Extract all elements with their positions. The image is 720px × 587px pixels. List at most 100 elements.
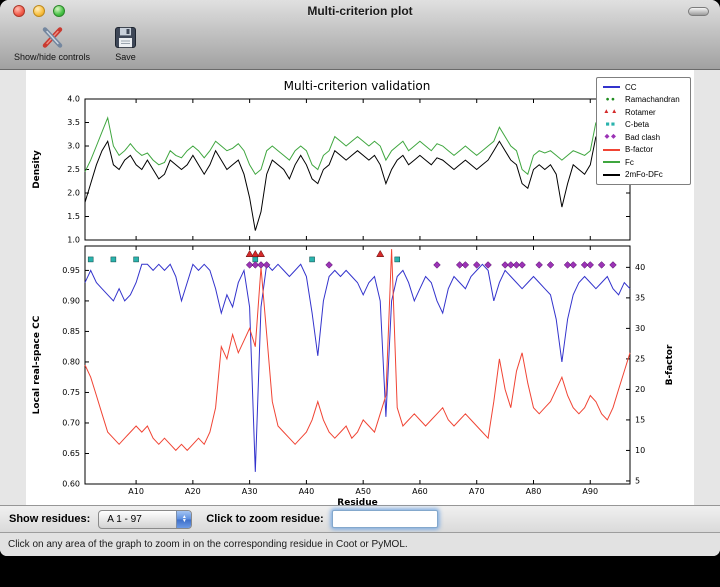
tick-label: 2.5	[67, 165, 80, 174]
bad-clash-marker	[598, 262, 605, 269]
legend-label: Bad clash	[625, 133, 660, 142]
legend-entry-b-factor: B-factor	[602, 144, 685, 157]
c-beta-marker	[88, 257, 93, 262]
zoom-window-button[interactable]	[53, 5, 65, 17]
status-bar: Click on any area of the graph to zoom i…	[0, 532, 720, 556]
b-factor-line	[85, 249, 630, 450]
legend-entry-ramachandran: ●● Ramachandran	[602, 94, 685, 107]
tick-label: 5	[635, 476, 640, 485]
2mfo-dfc-line	[85, 137, 630, 231]
tick-label: 0.65	[62, 449, 80, 458]
bad-clash-marker	[547, 262, 554, 269]
figure-title: Multi-criterion validation	[284, 79, 431, 93]
title-bar[interactable]: Multi-criterion plot	[0, 0, 720, 22]
tick-label: 25	[635, 354, 645, 363]
residue-axis-label: Residue	[337, 498, 377, 505]
zoom-residue-input[interactable]	[332, 510, 438, 528]
tick-label: A80	[526, 487, 542, 496]
tick-label: 3.0	[67, 142, 80, 151]
bad-clash-marker	[434, 262, 441, 269]
figure-area: Multi-criterion validation1.01.52.02.53.…	[26, 70, 694, 505]
residue-range-select[interactable]: A 1 - 97 ▲ ▼	[98, 510, 192, 529]
legend-entry-c-beta: ■■ C-beta	[602, 119, 685, 132]
c-beta-marker	[134, 257, 139, 262]
plot-canvas[interactable]: Multi-criterion validation1.01.52.02.53.…	[26, 70, 694, 505]
c-beta-marker	[111, 257, 116, 262]
tick-label: A40	[299, 487, 315, 496]
tick-label: 0.80	[62, 357, 80, 366]
tick-label: 4.0	[67, 95, 80, 104]
legend-label: 2mFo-DFc	[625, 170, 663, 179]
legend-label: C-beta	[625, 120, 649, 129]
controls-bar: Show residues: A 1 - 97 ▲ ▼ Click to zoo…	[0, 505, 720, 532]
tick-label: A50	[355, 487, 371, 496]
window-title: Multi-criterion plot	[0, 0, 720, 22]
diamond-swatch-icon: ◆◆	[602, 134, 620, 141]
tick-label: 0.70	[62, 418, 80, 427]
tick-label: 35	[635, 293, 645, 302]
status-text: Click on any area of the graph to zoom i…	[8, 539, 408, 550]
bad-clash-marker	[570, 262, 577, 269]
line-swatch-icon	[602, 161, 620, 163]
legend-label: Ramachandran	[625, 95, 680, 104]
legend-label: Rotamer	[625, 108, 656, 117]
cc-axis-label: Local real-space CC	[32, 315, 42, 414]
app-window: Multi-criterion plot Show/hide controls	[0, 0, 720, 556]
save-label: Save	[115, 52, 136, 62]
legend-entry-bad-clash: ◆◆ Bad clash	[602, 131, 685, 144]
bad-clash-marker	[519, 262, 526, 269]
tick-label: 10	[635, 446, 645, 455]
save-button[interactable]: Save	[112, 24, 139, 62]
residue-range-value: A 1 - 97	[107, 514, 176, 525]
tick-label: 30	[635, 324, 645, 333]
density-axis-label: Density	[32, 150, 42, 189]
tick-label: 1.0	[67, 236, 80, 245]
tick-label: A70	[469, 487, 485, 496]
legend-entry-2mfo-dfc: 2mFo-DFc	[602, 169, 685, 182]
tools-icon	[39, 24, 66, 51]
bad-clash-marker	[587, 262, 594, 269]
bad-clash-marker	[536, 262, 543, 269]
triangle-swatch-icon: ▲▲	[602, 109, 620, 116]
tick-label: 0.90	[62, 296, 80, 305]
tick-label: A30	[242, 487, 258, 496]
show-residues-label: Show residues:	[9, 513, 90, 525]
line-swatch-icon	[602, 149, 620, 151]
toolbar-toggle-button[interactable]	[688, 7, 709, 16]
bad-clash-marker	[610, 262, 617, 269]
line-swatch-icon	[602, 86, 620, 88]
line-swatch-icon	[602, 174, 620, 176]
tick-label: 3.5	[67, 118, 80, 127]
legend-entry-cc: CC	[602, 81, 685, 94]
tick-label: A90	[582, 487, 598, 496]
rotamer-marker	[377, 250, 384, 256]
cc-bfactor-plot-frame	[85, 246, 630, 484]
show-hide-controls-button[interactable]: Show/hide controls	[14, 24, 90, 62]
legend-label: B-factor	[625, 145, 653, 154]
zoom-residue-label: Click to zoom residue:	[206, 513, 323, 525]
tick-label: A10	[128, 487, 144, 496]
tick-label: 0.75	[62, 388, 80, 397]
save-icon	[112, 24, 139, 51]
bad-clash-marker	[462, 262, 469, 269]
minimize-button[interactable]	[33, 5, 45, 17]
circle-swatch-icon: ●●	[602, 97, 620, 104]
window-header: Multi-criterion plot Show/hide controls	[0, 0, 720, 70]
arrow-down-icon: ▼	[182, 519, 187, 524]
plot-legend: CC ●● Ramachandran ▲▲ Rotamer ■■ C-beta ◆◆ Bad c…	[596, 77, 691, 185]
tick-label: A60	[412, 487, 428, 496]
bfactor-axis-label: B-factor	[665, 344, 675, 385]
close-button[interactable]	[13, 5, 25, 17]
c-beta-marker	[395, 257, 400, 262]
rotamer-marker	[257, 250, 264, 256]
square-swatch-icon: ■■	[602, 122, 620, 129]
bad-clash-marker	[326, 262, 333, 269]
show-hide-controls-label: Show/hide controls	[14, 52, 90, 62]
select-arrows-icon: ▲ ▼	[176, 511, 191, 528]
tick-label: 2.0	[67, 189, 80, 198]
legend-label: Fc	[625, 158, 634, 167]
tick-label: 20	[635, 385, 645, 394]
toolbar: Show/hide controls Save	[0, 22, 720, 62]
tick-label: 15	[635, 415, 645, 424]
tick-label: 0.95	[62, 266, 80, 275]
